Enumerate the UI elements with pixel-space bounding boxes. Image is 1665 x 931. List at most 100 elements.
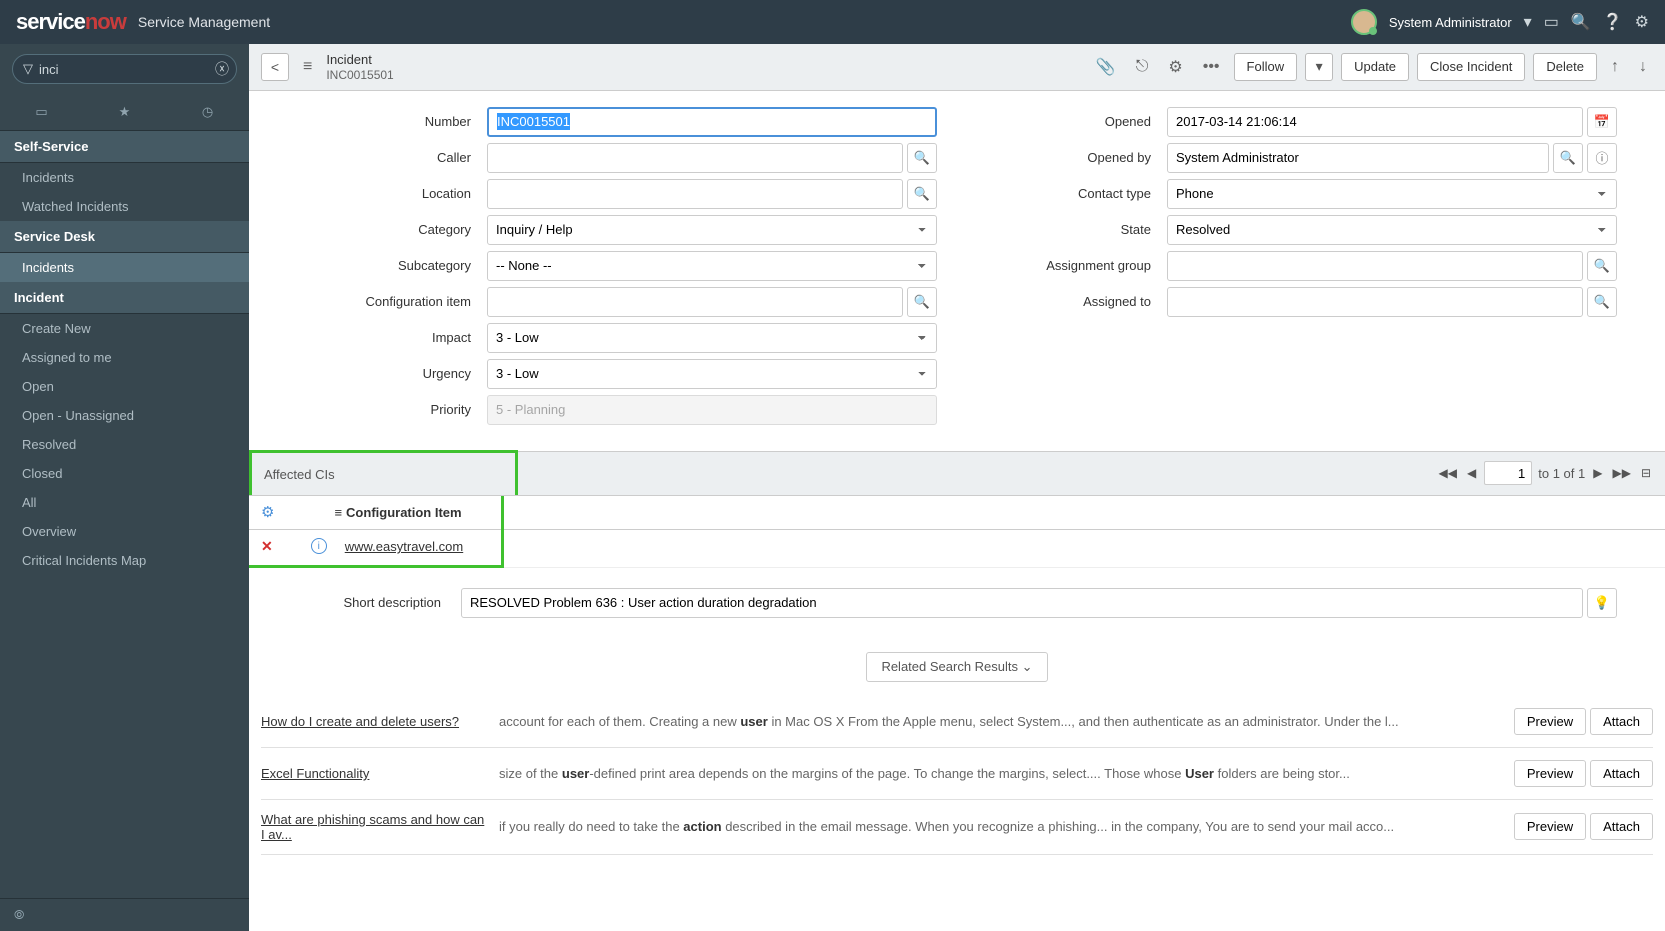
openedby-input[interactable] xyxy=(1167,143,1549,173)
nav-item-critical-map[interactable]: Critical Incidents Map xyxy=(0,546,249,575)
assgrp-input[interactable] xyxy=(1167,251,1583,281)
nav-collapse[interactable]: ⦾ xyxy=(0,898,249,931)
suggestion-icon[interactable]: 💡 xyxy=(1587,588,1617,618)
ci-lookup-icon[interactable]: 🔍 xyxy=(907,287,937,317)
chat-icon[interactable]: ▭ xyxy=(1544,12,1559,32)
nav-item-open[interactable]: Open xyxy=(0,372,249,401)
result-title[interactable]: Excel Functionality xyxy=(261,766,491,781)
state-label: State xyxy=(977,222,1167,237)
user-menu[interactable]: System Administrator xyxy=(1389,15,1512,30)
nav-item-resolved[interactable]: Resolved xyxy=(0,430,249,459)
update-button[interactable]: Update xyxy=(1341,53,1409,81)
assto-input[interactable] xyxy=(1167,287,1583,317)
pager-input[interactable] xyxy=(1484,461,1532,485)
clear-filter-icon[interactable]: ⓧ xyxy=(215,59,229,79)
next-record-icon[interactable]: ↓ xyxy=(1633,58,1653,76)
opened-input[interactable] xyxy=(1167,107,1583,137)
search-result-row: How do I create and delete users? accoun… xyxy=(261,696,1653,748)
ci-input[interactable] xyxy=(487,287,903,317)
calendar-icon[interactable]: 📅 xyxy=(1587,107,1617,137)
nav-item-sd-incidents[interactable]: Incidents xyxy=(0,253,249,282)
nav-item-all[interactable]: All xyxy=(0,488,249,517)
location-input[interactable] xyxy=(487,179,903,209)
assgrp-lookup-icon[interactable]: 🔍 xyxy=(1587,251,1617,281)
attachment-icon[interactable]: 📎 xyxy=(1090,57,1122,77)
number-input[interactable]: INC0015501 xyxy=(487,107,937,137)
avatar[interactable] xyxy=(1351,9,1377,35)
follow-button[interactable]: Follow xyxy=(1234,53,1298,81)
filter-input[interactable] xyxy=(39,62,215,77)
related-search-toggle[interactable]: Related Search Results ⌄ xyxy=(866,652,1047,682)
pager-collapse-icon[interactable]: ⊟ xyxy=(1639,466,1653,480)
caller-input[interactable] xyxy=(487,143,903,173)
preview-button[interactable]: Preview xyxy=(1514,708,1586,735)
preview-button[interactable]: Preview xyxy=(1514,813,1586,840)
delete-row-icon[interactable]: ✕ xyxy=(261,538,273,555)
pager-last-icon[interactable]: ▶▶ xyxy=(1610,466,1632,480)
search-result-row: What are phishing scams and how can I av… xyxy=(261,800,1653,855)
col-config-item[interactable]: Configuration Item xyxy=(346,505,462,520)
caller-lookup-icon[interactable]: 🔍 xyxy=(907,143,937,173)
short-desc-input[interactable] xyxy=(461,588,1583,618)
delete-button[interactable]: Delete xyxy=(1533,53,1597,81)
openedby-info-icon[interactable]: ⓘ xyxy=(1587,143,1617,173)
activity-icon[interactable]: ⎋ xyxy=(1130,58,1155,76)
preview-button[interactable]: Preview xyxy=(1514,760,1586,787)
prev-record-icon[interactable]: ↑ xyxy=(1605,58,1625,76)
number-label: Number xyxy=(297,114,487,129)
nav-tab-history[interactable]: ◷ xyxy=(166,94,249,130)
nav-tab-all[interactable]: ▭ xyxy=(0,94,83,130)
filter-navigator[interactable]: ▽ ⓧ xyxy=(12,54,237,84)
nav-item-overview[interactable]: Overview xyxy=(0,517,249,546)
urgency-select[interactable]: 3 - Low xyxy=(487,359,937,389)
nav-app-self-service[interactable]: Self-Service xyxy=(0,131,249,163)
nav-item-assigned-to-me[interactable]: Assigned to me xyxy=(0,343,249,372)
attach-button[interactable]: Attach xyxy=(1590,708,1653,735)
nav-tab-favorites[interactable]: ★ xyxy=(83,94,166,130)
nav-item-incidents[interactable]: Incidents xyxy=(0,163,249,192)
contact-select[interactable]: Phone xyxy=(1167,179,1617,209)
nav-item-closed[interactable]: Closed xyxy=(0,459,249,488)
hamburger-icon[interactable]: ≡ xyxy=(334,505,342,520)
pager-prev-icon[interactable]: ◀ xyxy=(1465,466,1478,480)
state-select[interactable]: Resolved xyxy=(1167,215,1617,245)
nav-item-open-unassigned[interactable]: Open - Unassigned xyxy=(0,401,249,430)
attach-button[interactable]: Attach xyxy=(1590,813,1653,840)
location-lookup-icon[interactable]: 🔍 xyxy=(907,179,937,209)
pager-first-icon[interactable]: ◀◀ xyxy=(1437,466,1459,480)
assto-lookup-icon[interactable]: 🔍 xyxy=(1587,287,1617,317)
nav-item-watched-incidents[interactable]: Watched Incidents xyxy=(0,192,249,221)
impact-label: Impact xyxy=(297,330,487,345)
settings-icon[interactable]: ⚙ xyxy=(1162,57,1188,77)
topbar: servicenow Service Management System Adm… xyxy=(0,0,1665,44)
gear-icon[interactable]: ⚙ xyxy=(1635,12,1649,32)
list-gear-icon[interactable]: ⚙ xyxy=(261,503,274,521)
pager-next-icon[interactable]: ▶ xyxy=(1591,466,1604,480)
affected-cis-title: Affected CIs xyxy=(264,467,335,482)
assgrp-label: Assignment group xyxy=(977,258,1167,273)
urgency-label: Urgency xyxy=(297,366,487,381)
follow-dropdown[interactable]: ▾ xyxy=(1305,53,1333,81)
close-incident-button[interactable]: Close Incident xyxy=(1417,53,1525,81)
help-icon[interactable]: ❔ xyxy=(1603,12,1623,32)
caret-down-icon[interactable]: ▾ xyxy=(1524,12,1532,32)
back-button[interactable]: < xyxy=(261,53,289,81)
search-icon[interactable]: 🔍 xyxy=(1571,12,1591,32)
subcategory-select[interactable]: -- None -- xyxy=(487,251,937,281)
nav-item-create-new[interactable]: Create New xyxy=(0,314,249,343)
subcategory-label: Subcategory xyxy=(297,258,487,273)
attach-button[interactable]: Attach xyxy=(1590,760,1653,787)
result-title[interactable]: What are phishing scams and how can I av… xyxy=(261,812,491,842)
result-snippet: size of the user-defined print area depe… xyxy=(491,766,1514,781)
more-icon[interactable]: ••• xyxy=(1197,58,1226,76)
nav-app-service-desk[interactable]: Service Desk xyxy=(0,221,249,253)
nav-app-incident[interactable]: Incident xyxy=(0,282,249,314)
menu-icon[interactable]: ≡ xyxy=(297,58,318,76)
category-select[interactable]: Inquiry / Help xyxy=(487,215,937,245)
openedby-lookup-icon[interactable]: 🔍 xyxy=(1553,143,1583,173)
ci-link[interactable]: www.easytravel.com xyxy=(345,539,463,554)
result-title[interactable]: How do I create and delete users? xyxy=(261,714,491,729)
form-subtitle: INC0015501 xyxy=(326,68,393,82)
info-icon[interactable]: i xyxy=(311,538,327,554)
impact-select[interactable]: 3 - Low xyxy=(487,323,937,353)
